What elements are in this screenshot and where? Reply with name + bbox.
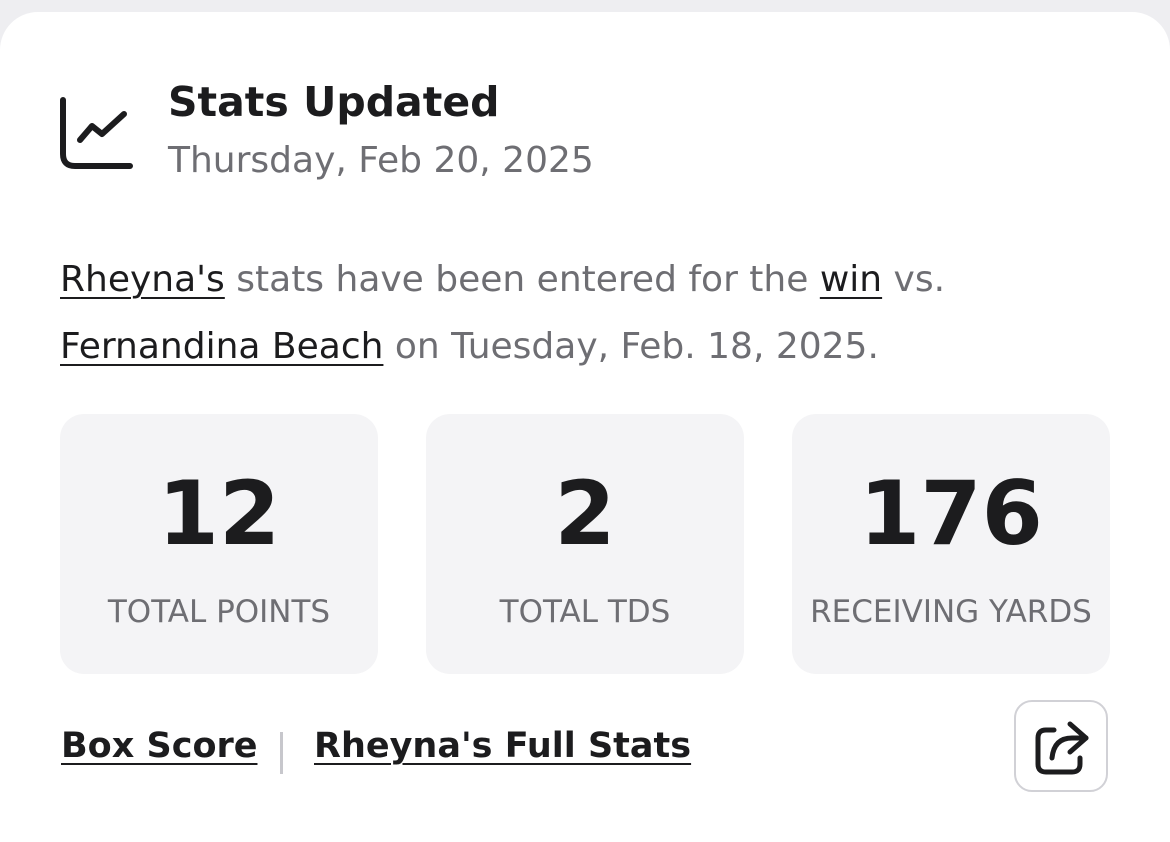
opponent-link[interactable]: Fernandina Beach (60, 326, 383, 367)
player-link[interactable]: Rheyna's (60, 259, 225, 300)
stat-box-receiving-yards: 176 RECEIVING YARDS (792, 414, 1110, 674)
summary-text-1: stats have been entered for the (224, 259, 820, 300)
stats-update-card: Stats Updated Thursday, Feb 20, 2025 Rhe… (0, 12, 1170, 842)
stat-label: RECEIVING YARDS (810, 594, 1092, 630)
game-result-link[interactable]: win (820, 259, 882, 300)
summary-text-3: on Tuesday, Feb. 18, 2025. (383, 326, 879, 367)
stat-label: TOTAL POINTS (107, 594, 331, 630)
stat-box-total-tds: 2 TOTAL TDS (426, 414, 744, 674)
full-stats-link[interactable]: Rheyna's Full Stats (314, 726, 691, 766)
summary-text-2: vs. (882, 259, 946, 300)
line-chart-icon (58, 96, 134, 172)
stat-value: 2 (554, 462, 616, 565)
footer-divider (280, 732, 283, 774)
stat-value: 176 (859, 462, 1043, 565)
box-score-link[interactable]: Box Score (61, 726, 257, 766)
stat-value: 12 (157, 462, 281, 565)
stat-label: TOTAL TDS (499, 594, 671, 630)
share-button[interactable] (1014, 700, 1108, 792)
stats-summary: Rheyna's stats have been entered for the… (60, 246, 1120, 380)
stat-box-total-points: 12 TOTAL POINTS (60, 414, 378, 674)
update-date: Thursday, Feb 20, 2025 (168, 140, 594, 181)
card-title: Stats Updated (168, 78, 500, 126)
